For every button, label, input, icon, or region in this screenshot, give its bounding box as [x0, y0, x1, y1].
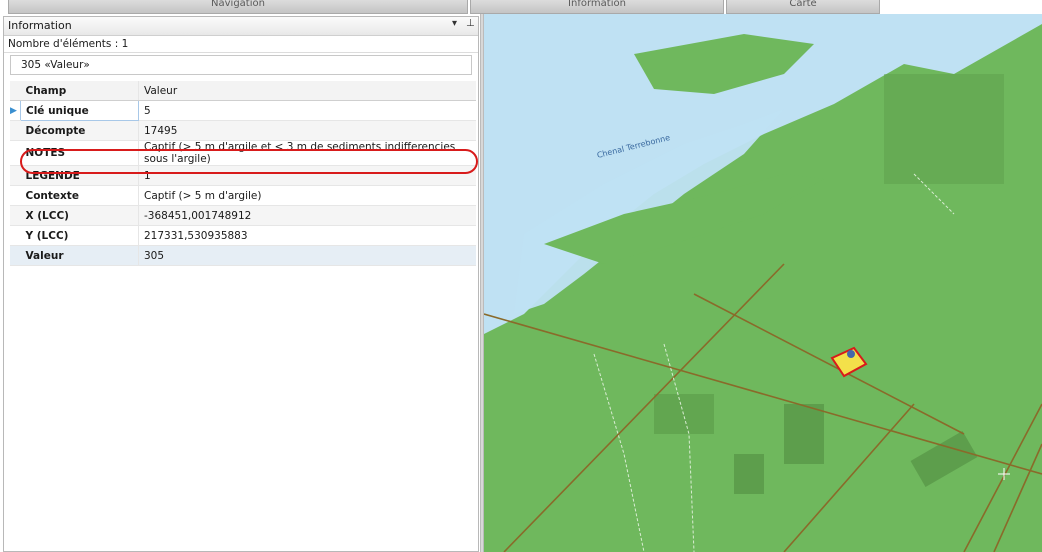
map-view[interactable]: Chenal Terrebonne [484, 14, 1042, 552]
field-cell: Décompte [20, 120, 139, 141]
column-header-champ[interactable]: Champ [20, 81, 139, 101]
field-cell: Clé unique [20, 100, 139, 121]
value-cell: 5 [138, 100, 476, 121]
tab-carte-label: Carte [789, 0, 817, 9]
column-header-valeur[interactable]: Valeur [138, 81, 476, 101]
value-cell: -368451,001748912 [138, 205, 476, 226]
dropdown-icon[interactable]: ▾ [452, 18, 457, 29]
field-cell: Valeur [20, 245, 139, 266]
value-cell: Captif (> 5 m d'argile) [138, 185, 476, 206]
table-row[interactable]: Valeur 305 [10, 245, 476, 266]
location-marker-icon[interactable] [847, 350, 855, 358]
table-row[interactable]: Contexte Captif (> 5 m d'argile) [10, 185, 476, 206]
table-header-row: Champ Valeur [10, 81, 476, 101]
table-row[interactable]: X (LCC) -368451,001748912 [10, 205, 476, 226]
table-row[interactable]: Décompte 17495 [10, 120, 476, 141]
current-row-arrow-icon: ▶ [10, 100, 21, 121]
selected-item[interactable]: 305 «Valeur» [10, 55, 472, 75]
item-count: Nombre d'éléments : 1 [4, 36, 478, 53]
table-row[interactable]: Y (LCC) 217331,530935883 [10, 225, 476, 246]
row-selector-header [10, 81, 21, 101]
pin-icon[interactable]: ⊥ [466, 18, 475, 29]
red-highlight-annotation [20, 149, 478, 174]
information-panel: Information ▾ ⊥ Nombre d'éléments : 1 30… [3, 16, 479, 552]
tab-information-label: Information [568, 0, 626, 9]
panel-header: Information ▾ ⊥ [4, 17, 478, 36]
field-cell: X (LCC) [20, 205, 139, 226]
panel-title: Information [8, 19, 72, 32]
field-cell: Contexte [20, 185, 139, 206]
table-row[interactable]: ▶ Clé unique 5 [10, 100, 476, 121]
tab-information[interactable]: Information [470, 0, 724, 14]
field-cell: Y (LCC) [20, 225, 139, 246]
value-cell: 217331,530935883 [138, 225, 476, 246]
value-cell: 17495 [138, 120, 476, 141]
tab-navigation[interactable]: Navigation [8, 0, 468, 14]
top-tab-bar: Navigation Information Carte [0, 0, 1042, 14]
tab-navigation-label: Navigation [211, 0, 265, 9]
value-cell: 305 [138, 245, 476, 266]
map-canvas[interactable] [484, 14, 1042, 552]
tab-carte[interactable]: Carte [726, 0, 880, 14]
